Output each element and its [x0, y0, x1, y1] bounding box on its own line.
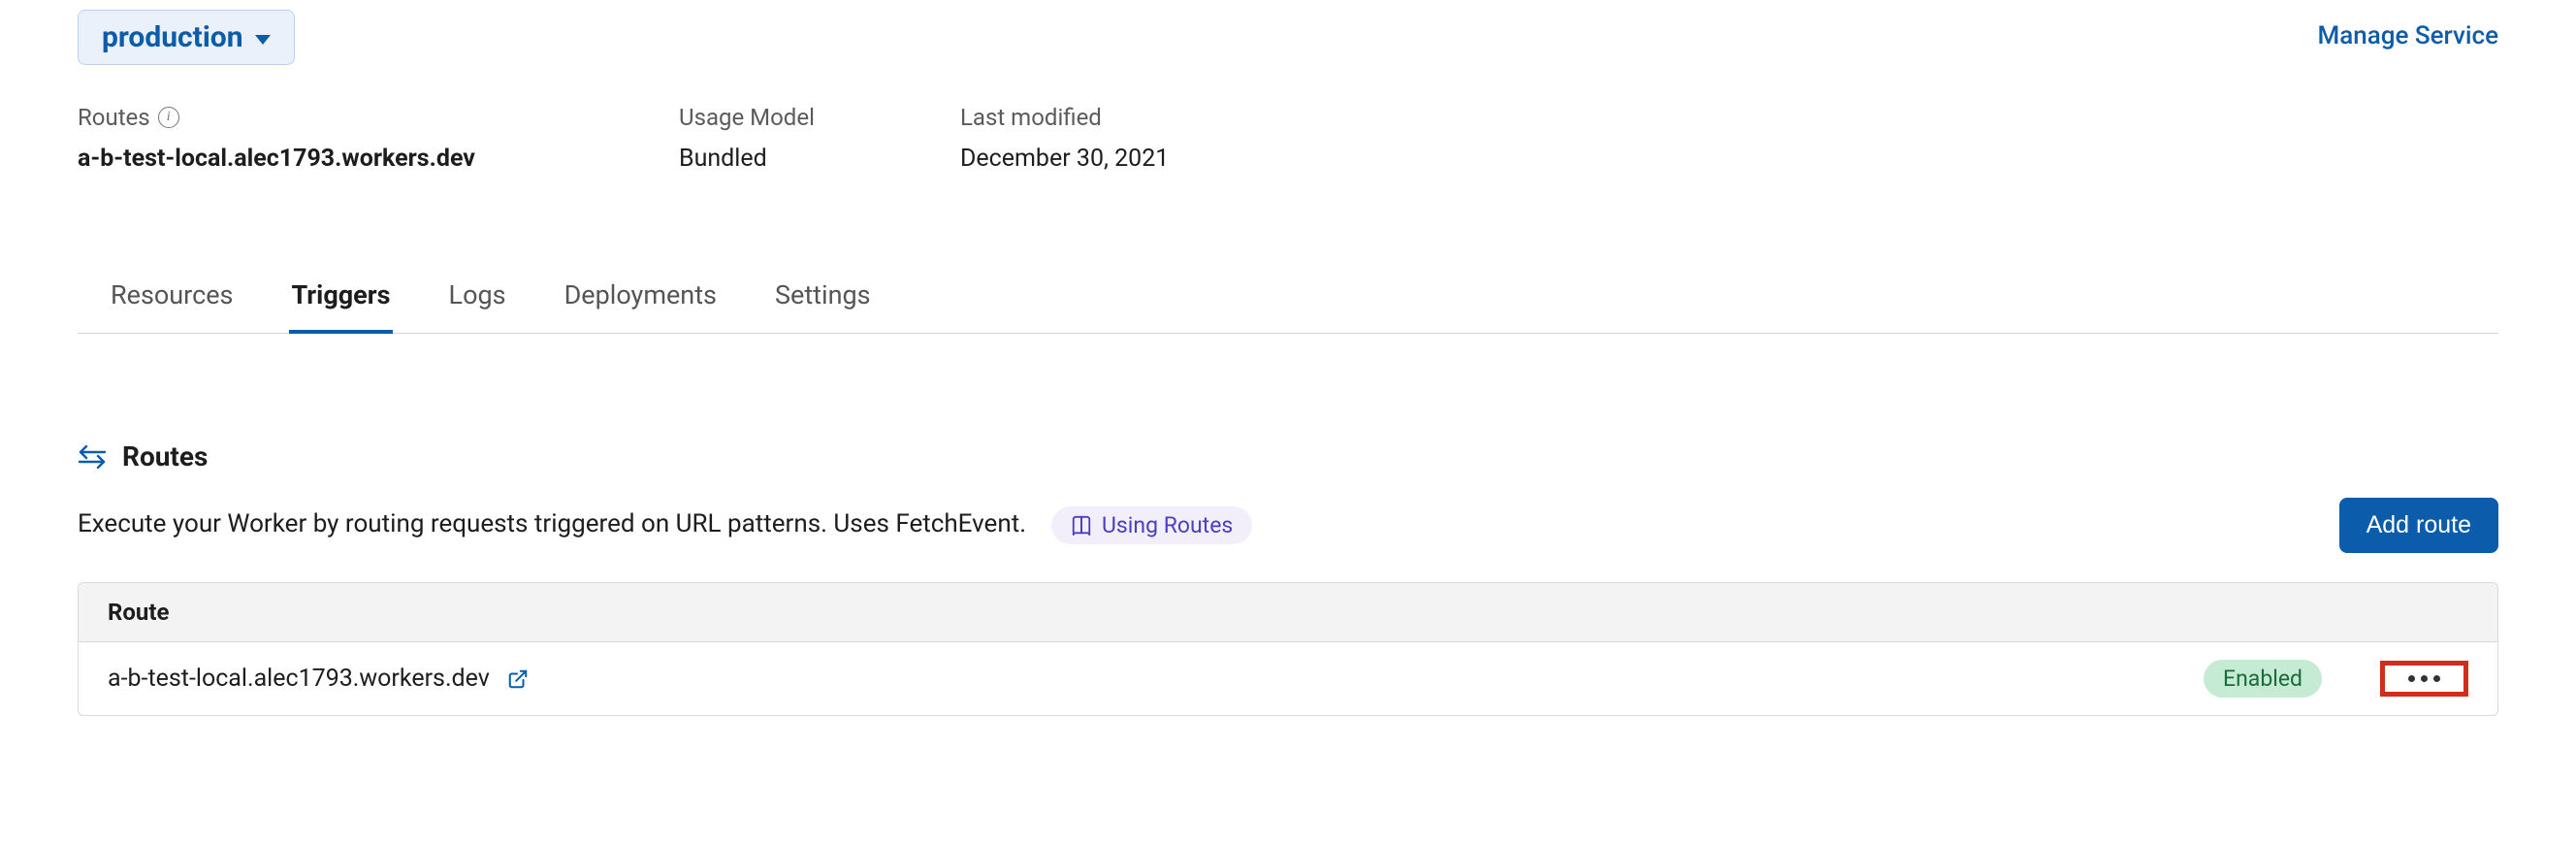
using-routes-doc-link[interactable]: Using Routes — [1051, 506, 1252, 544]
routes-meta-label: Routes i — [78, 104, 679, 131]
last-modified-label: Last modified — [960, 104, 1348, 131]
using-routes-label: Using Routes — [1102, 512, 1233, 538]
usage-model-label: Usage Model — [679, 104, 960, 131]
tab-settings[interactable]: Settings — [773, 279, 873, 334]
ellipsis-icon — [2408, 675, 2440, 682]
routes-section: Routes Execute your Worker by routing re… — [78, 440, 2498, 716]
more-actions-button[interactable] — [2380, 661, 2468, 697]
add-route-label: Add route — [2367, 511, 2471, 538]
usage-model-value: Bundled — [679, 145, 960, 173]
status-badge: Enabled — [2204, 660, 2322, 698]
route-url: a-b-test-local.alec1793.workers.dev — [108, 665, 490, 693]
info-icon[interactable]: i — [158, 107, 179, 128]
tab-logs[interactable]: Logs — [447, 279, 508, 334]
tab-resources[interactable]: Resources — [109, 279, 235, 334]
routes-title: Routes — [122, 440, 208, 472]
add-route-button[interactable]: Add route — [2339, 498, 2498, 553]
book-icon — [1071, 515, 1092, 537]
tab-deployments[interactable]: Deployments — [563, 279, 719, 334]
external-link-icon[interactable] — [507, 668, 529, 690]
caret-down-icon — [255, 35, 271, 45]
environment-selector[interactable]: production — [78, 10, 295, 65]
table-row: a-b-test-local.alec1793.workers.dev Enab… — [79, 642, 2497, 715]
routes-icon — [78, 445, 107, 469]
routes-description: Execute your Worker by routing requests … — [78, 509, 1026, 538]
manage-service-label: Manage Service — [2318, 21, 2498, 50]
tabs: Resources Triggers Logs Deployments Sett… — [78, 279, 2498, 334]
routes-table: Route a-b-test-local.alec1793.workers.de… — [78, 582, 2498, 716]
environment-label: production — [102, 20, 243, 54]
routes-meta-value: a-b-test-local.alec1793.workers.dev — [78, 145, 679, 173]
last-modified-value: December 30, 2021 — [960, 145, 1348, 173]
meta-info: Routes i a-b-test-local.alec1793.workers… — [78, 104, 2498, 173]
tab-triggers[interactable]: Triggers — [289, 279, 392, 334]
routes-table-header: Route — [79, 583, 2497, 642]
manage-service-link[interactable]: Manage Service — [2318, 21, 2498, 50]
